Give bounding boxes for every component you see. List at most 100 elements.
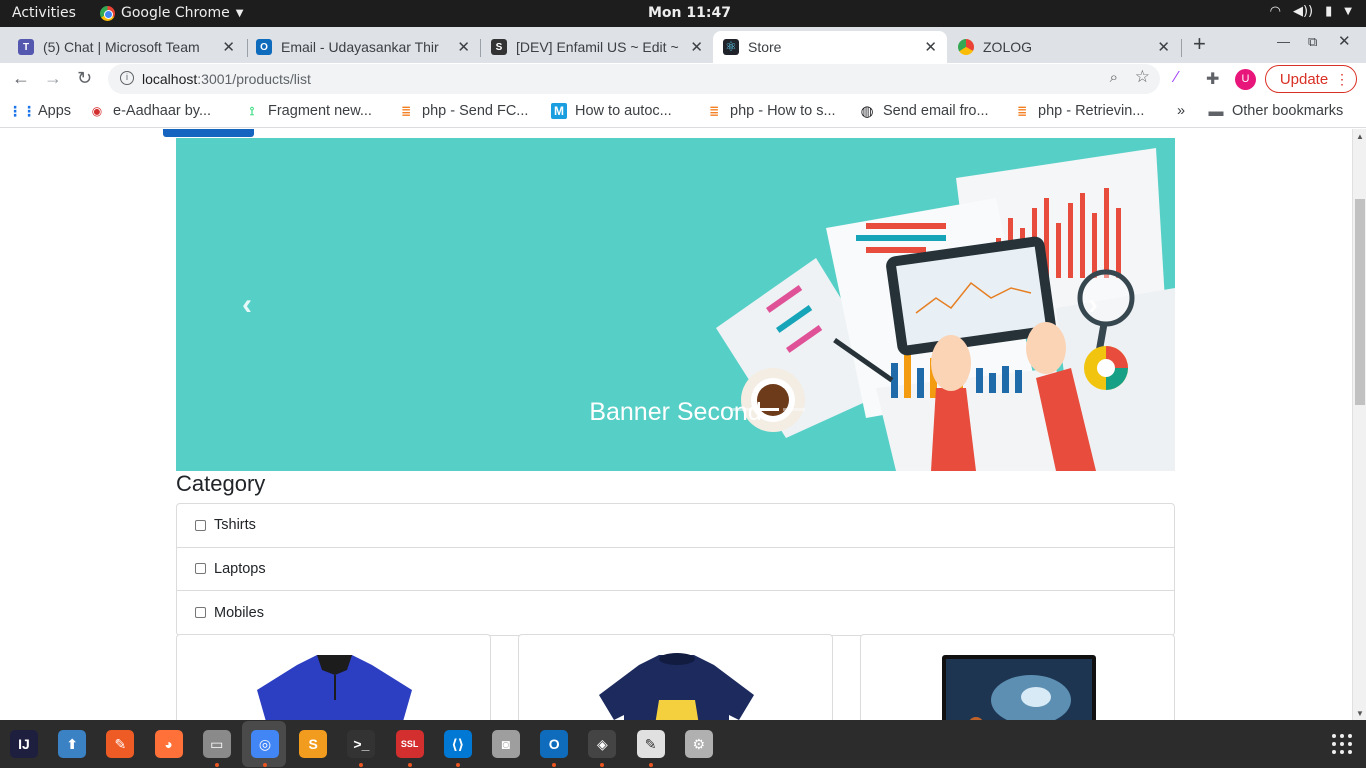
close-icon[interactable]: ✕ — [457, 38, 470, 56]
forward-button[interactable]: → — [44, 68, 62, 89]
close-icon[interactable]: ✕ — [222, 38, 235, 56]
bookmark-aadhaar[interactable]: ◉ e-Aadhaar by... — [89, 103, 211, 119]
software-updater-icon[interactable]: ⬆ — [58, 730, 87, 758]
tab-zolog[interactable]: ZOLOG ✕ — [948, 31, 1180, 63]
tab-teams[interactable]: T (5) Chat | Microsoft Team ✕ — [8, 31, 245, 63]
apps-grid-icon: ⋮⋮ — [8, 102, 36, 119]
product-image-polo-shirt — [257, 655, 412, 720]
category-checkbox[interactable] — [195, 563, 206, 575]
app-menu[interactable]: Google Chrome ▼ — [100, 5, 243, 21]
carousel-next-icon[interactable]: › — [1088, 288, 1098, 322]
settings-icon[interactable]: ⚙ — [684, 730, 713, 758]
product-card[interactable] — [860, 634, 1175, 720]
carousel-prev-icon[interactable]: ‹ — [242, 288, 252, 322]
browser-toolbar: ← → ↻ i localhost:3001/products/list ⌕ ☆… — [0, 63, 1366, 96]
bookmark-label: Apps — [38, 103, 72, 119]
tab-email[interactable]: O Email - Udayasankar Thir ✕ — [246, 31, 480, 63]
maximize-button[interactable]: ⧉ — [1308, 34, 1317, 50]
sublime-text-icon[interactable]: S — [299, 730, 328, 758]
bookmark-star-icon[interactable]: ☆ — [1135, 67, 1150, 87]
bookmark-php-send[interactable]: ≣ php - Send FC... — [398, 103, 528, 119]
url-host: localhost — [142, 71, 198, 87]
terminal-icon[interactable]: >_ — [347, 730, 376, 758]
product-card[interactable] — [176, 634, 491, 720]
tab-title: Email - Udayasankar Thir — [281, 39, 439, 55]
other-bookmarks[interactable]: ▬ Other bookmarks — [1208, 102, 1344, 120]
bookmarks-overflow-button[interactable]: » — [1177, 103, 1185, 119]
navbar-button-fragment[interactable] — [163, 129, 254, 137]
scroll-down-arrow-icon[interactable]: ▼ — [1356, 709, 1364, 718]
bookmark-autoc[interactable]: M How to autoc... — [551, 103, 672, 119]
banner-carousel: ‹ › Banner Second — [176, 138, 1175, 471]
system-menu[interactable]: ◠ ◀)) ▮ ▼ — [1270, 4, 1352, 19]
category-item-laptops[interactable]: Laptops — [177, 548, 1174, 591]
kebab-menu-icon: ⋮ — [1335, 71, 1349, 87]
category-checkbox[interactable] — [195, 519, 206, 531]
text-editor-icon[interactable]: ✎ — [636, 730, 665, 758]
clock[interactable]: Mon 11:47 — [648, 5, 731, 21]
tab-title: (5) Chat | Microsoft Team — [43, 39, 200, 55]
vscode-icon[interactable]: ⟨⟩ — [443, 730, 472, 758]
shopify-icon: S — [491, 39, 507, 55]
screenshot-icon[interactable]: ◙ — [492, 730, 520, 758]
address-bar[interactable]: i localhost:3001/products/list ⌕ ☆ — [108, 64, 1160, 94]
volume-icon: ◀)) — [1292, 4, 1314, 19]
chrome-icon[interactable]: ◎ — [251, 730, 279, 758]
show-applications-icon[interactable] — [1332, 734, 1352, 754]
battery-icon: ▮ — [1325, 4, 1333, 19]
close-icon[interactable]: ✕ — [690, 38, 703, 56]
bookmark-php-how[interactable]: ≣ php - How to s... — [706, 103, 836, 119]
update-button[interactable]: Update ⋮ — [1265, 65, 1357, 93]
page-viewport: ‹ › Banner Second Category Tshirts Lapto… — [0, 129, 1352, 720]
gnome-top-bar: Activities Google Chrome ▼ Mon 11:47 ◠ ◀… — [0, 0, 1366, 27]
firefox-icon[interactable]: ◕ — [154, 730, 183, 758]
bookmark-label: php - Retrievin... — [1038, 103, 1145, 119]
outlook-icon[interactable]: O — [540, 730, 569, 758]
category-item-mobiles[interactable]: Mobiles — [177, 591, 1174, 635]
close-window-button[interactable]: ✕ — [1338, 32, 1351, 50]
category-label: Tshirts — [214, 517, 256, 534]
bookmark-php-retrieving[interactable]: ≣ php - Retrievin... — [1014, 103, 1144, 119]
category-checkbox[interactable] — [195, 607, 206, 619]
teams-icon: T — [18, 39, 34, 55]
scroll-up-arrow-icon[interactable]: ▲ — [1356, 132, 1364, 141]
activities-button[interactable]: Activities — [12, 5, 76, 21]
scrollbar-thumb[interactable] — [1355, 199, 1365, 405]
intellij-icon[interactable]: IJ — [10, 730, 38, 758]
info-icon[interactable]: i — [120, 71, 134, 85]
zoom-icon[interactable]: ⌕ — [1110, 69, 1118, 86]
minimize-button[interactable]: — — [1277, 34, 1290, 49]
unity-icon[interactable]: ◈ — [588, 730, 617, 758]
page-scrollbar[interactable]: ▲ ▼ — [1352, 129, 1366, 720]
new-tab-button[interactable]: + — [1193, 31, 1206, 57]
tab-store[interactable]: ⚛ Store ✕ — [713, 31, 947, 63]
category-item-tshirts[interactable]: Tshirts — [177, 504, 1174, 548]
bookmark-apps[interactable]: ⋮⋮ Apps — [8, 102, 72, 120]
file-manager-icon[interactable]: ▭ — [202, 730, 231, 758]
category-label: Mobiles — [214, 604, 264, 621]
bookmark-label: How to autoc... — [575, 103, 672, 119]
bookmark-send-email[interactable]: ◍ Send email fro... — [859, 103, 989, 120]
url-text[interactable]: localhost:3001/products/list — [142, 71, 311, 87]
bookmark-fragment[interactable]: ⟟ Fragment new... — [244, 103, 372, 119]
folder-icon: ▬ — [1208, 102, 1224, 120]
running-indicator — [600, 763, 605, 767]
ssl-vpn-icon[interactable]: SSL — [395, 730, 424, 758]
tab-title: Store — [748, 39, 782, 55]
bookmark-label: Fragment new... — [268, 103, 372, 119]
tab-enfamil[interactable]: S [DEV] Enfamil US ~ Edit ~ ✕ — [481, 31, 713, 63]
pen-extension-icon[interactable]: ∕ — [1175, 69, 1178, 87]
running-indicator — [263, 763, 267, 767]
close-icon[interactable]: ✕ — [924, 38, 937, 56]
profile-avatar[interactable]: U — [1235, 69, 1256, 90]
url-path: :3001/products/list — [197, 71, 311, 87]
medium-icon: M — [551, 103, 567, 119]
react-icon: ⚛ — [723, 39, 739, 55]
back-button[interactable]: ← — [12, 68, 30, 89]
extensions-puzzle-icon[interactable]: ✚ — [1206, 69, 1219, 89]
close-icon[interactable]: ✕ — [1157, 38, 1170, 56]
postman-icon[interactable]: ✎ — [106, 730, 135, 758]
product-card[interactable] — [518, 634, 833, 720]
bookmark-label: Send email fro... — [883, 103, 989, 119]
reload-button[interactable]: ↻ — [77, 68, 92, 89]
